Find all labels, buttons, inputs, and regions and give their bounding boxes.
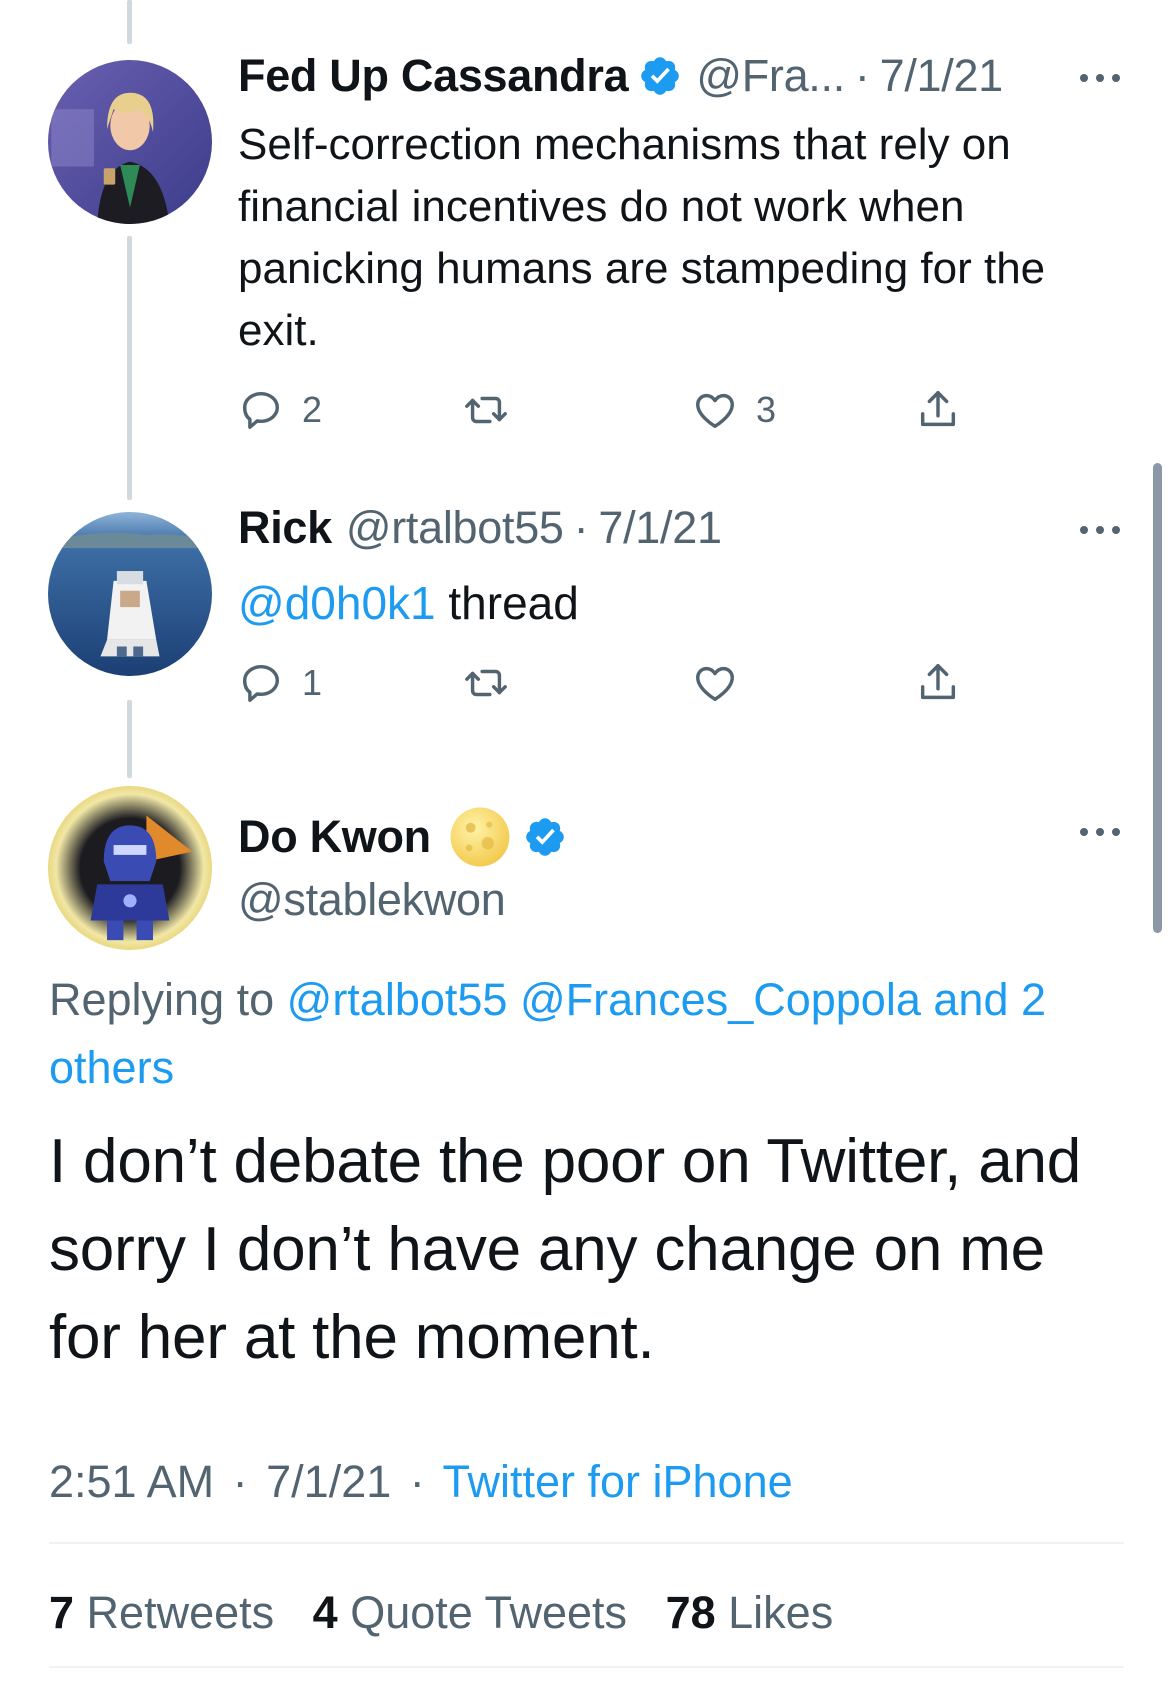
like-icon <box>696 666 734 702</box>
mention-link[interactable]: @d0h0k1 <box>238 577 436 629</box>
retweets-stat[interactable]: 7 Retweets <box>49 1587 274 1638</box>
tweet-source-link[interactable]: Twitter for iPhone <box>442 1456 792 1507</box>
avatar[interactable] <box>48 60 212 224</box>
separator: · <box>573 502 589 553</box>
like-count: 3 <box>756 389 777 430</box>
tweet-header: Rick @rtalbot55 · 7/1/21 <box>238 498 722 558</box>
retweet-icon <box>465 396 507 424</box>
retweet-button[interactable] <box>463 660 509 706</box>
quotes-count: 4 <box>312 1587 338 1638</box>
author-name[interactable]: Do Kwon <box>238 811 431 863</box>
likes-count: 78 <box>665 1587 716 1638</box>
likes-label: Likes <box>728 1587 834 1638</box>
tweet-text: @d0h0k1 thread <box>238 572 1138 634</box>
tweet-header: Do Kwon <box>238 806 567 868</box>
author-handle[interactable]: @rtalbot55 <box>346 502 564 554</box>
reply-icon <box>242 391 280 429</box>
reply-icon <box>242 664 280 702</box>
more-icon[interactable] <box>1078 822 1122 842</box>
more-icon[interactable] <box>1078 68 1122 88</box>
tweet-date[interactable]: 7/1/21 <box>880 50 1004 102</box>
replying-to: Replying to @rtalbot55 @Frances_Coppola … <box>49 966 1109 1102</box>
author-handle[interactable]: @stablekwon <box>238 870 506 930</box>
thread-line <box>127 236 132 500</box>
tweet-text: Self-correction mechanisms that rely on … <box>238 120 1046 355</box>
separator: · <box>232 1456 248 1507</box>
tweet-text-content: thread <box>435 577 579 629</box>
tweet-meta: 2:51 AM · 7/1/21 · Twitter for iPhone <box>49 1456 793 1508</box>
author-name[interactable]: Fed Up Cassandra <box>238 50 629 102</box>
share-button[interactable] <box>915 660 961 706</box>
separator: · <box>409 1456 425 1507</box>
replying-prefix: Replying to <box>49 974 287 1025</box>
retweets-label: Retweets <box>86 1587 275 1638</box>
divider <box>49 1666 1124 1668</box>
reply-button[interactable]: 1 <box>238 660 322 706</box>
like-icon <box>696 393 734 429</box>
main-tweet-text: I don’t debate the poor on Twitter, and … <box>49 1127 1082 1372</box>
engagement-stats: 7 Retweets 4 Quote Tweets 78 Likes <box>49 1587 833 1639</box>
tweet-date[interactable]: 7/1/21 <box>266 1456 391 1507</box>
verified-badge-icon <box>638 54 682 98</box>
reply-button[interactable]: 2 <box>238 387 322 433</box>
share-icon <box>920 391 956 427</box>
reply-count: 1 <box>302 662 323 703</box>
retweet-icon <box>465 669 507 697</box>
reply-count: 2 <box>302 389 323 430</box>
share-icon <box>920 664 956 700</box>
retweet-button[interactable] <box>463 387 509 433</box>
scrollbar[interactable] <box>1153 463 1162 933</box>
more-icon[interactable] <box>1078 520 1122 540</box>
author-name[interactable]: Rick <box>238 502 332 554</box>
tweet-header: Fed Up Cassandra @Fra... · 7/1/21 <box>238 46 1003 106</box>
author-handle[interactable]: @Fra... <box>696 50 845 102</box>
avatar[interactable] <box>48 512 212 676</box>
like-button[interactable] <box>692 660 738 706</box>
separator: · <box>854 50 870 101</box>
quotes-label: Quote Tweets <box>350 1587 628 1638</box>
likes-stat[interactable]: 78 Likes <box>666 1587 834 1638</box>
tweet-date[interactable]: 7/1/21 <box>598 502 722 554</box>
divider <box>49 1542 1124 1544</box>
like-button[interactable]: 3 <box>692 387 776 433</box>
avatar[interactable] <box>48 786 212 950</box>
quotes-stat[interactable]: 4 Quote Tweets <box>313 1587 627 1638</box>
retweets-count: 7 <box>49 1587 75 1638</box>
moon-emoji <box>449 806 511 868</box>
share-button[interactable] <box>915 387 961 433</box>
thread-line <box>127 0 132 44</box>
reply-handle-link[interactable]: @rtalbot55 <box>287 974 508 1025</box>
thread-line <box>127 700 132 778</box>
tweet-time[interactable]: 2:51 AM <box>49 1456 214 1507</box>
reply-handle-link[interactable]: @Frances_Coppola <box>520 974 921 1025</box>
verified-badge-icon <box>523 815 567 859</box>
